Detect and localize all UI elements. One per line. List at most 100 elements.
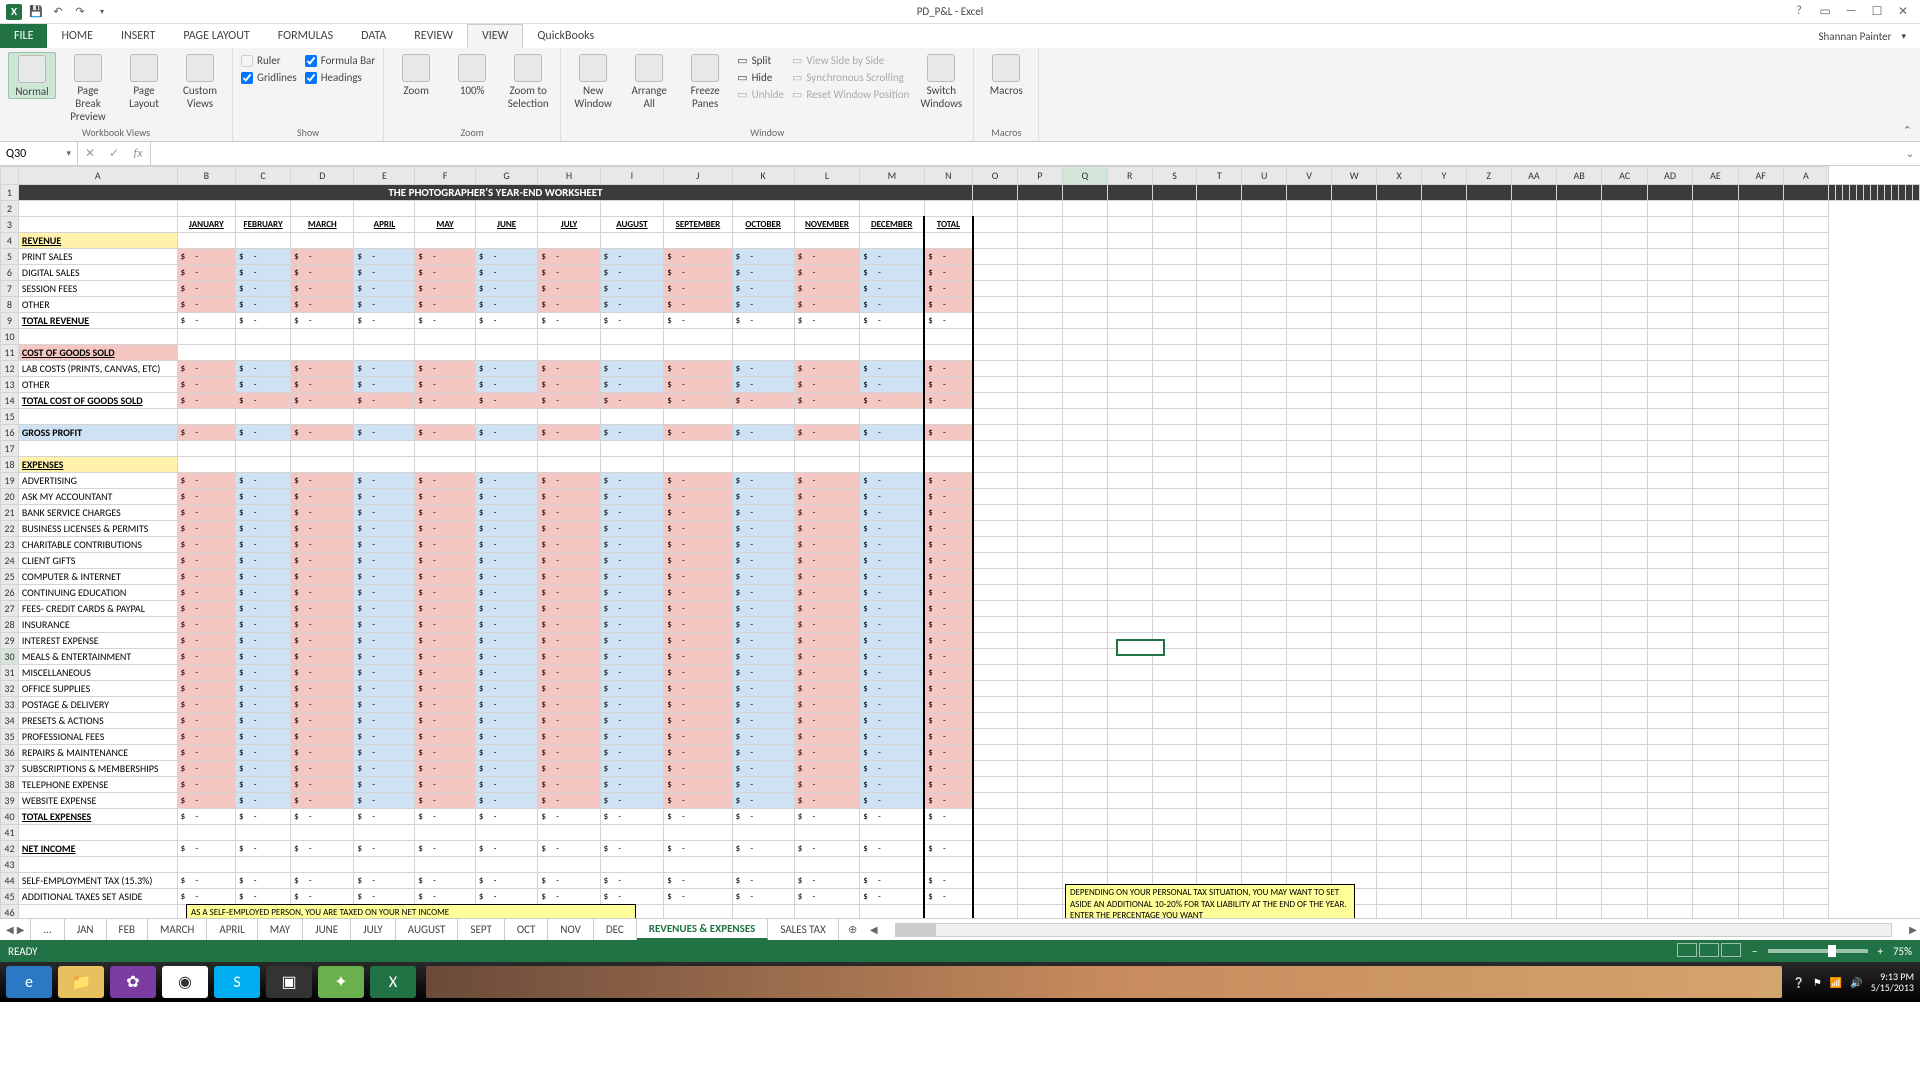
- cell[interactable]: [664, 505, 732, 521]
- sheet-tab[interactable]: JUNE: [303, 919, 351, 940]
- cell[interactable]: [354, 377, 415, 393]
- cell[interactable]: [538, 793, 600, 809]
- row-header[interactable]: 34: [1, 713, 19, 729]
- cell[interactable]: [291, 329, 354, 345]
- cell[interactable]: [236, 841, 291, 857]
- cell[interactable]: [415, 281, 476, 297]
- cell[interactable]: [236, 585, 291, 601]
- cell[interactable]: [924, 233, 972, 249]
- cell[interactable]: [538, 505, 600, 521]
- cell[interactable]: [664, 857, 732, 873]
- row-header[interactable]: 4: [1, 233, 19, 249]
- chevron-down-icon[interactable]: ▾: [66, 148, 71, 159]
- cell[interactable]: [600, 729, 664, 745]
- cell[interactable]: [291, 665, 354, 681]
- cell[interactable]: [600, 521, 664, 537]
- cell[interactable]: [794, 745, 860, 761]
- cell[interactable]: [354, 633, 415, 649]
- cell[interactable]: [732, 425, 794, 441]
- cell[interactable]: [538, 681, 600, 697]
- cell[interactable]: [860, 457, 924, 473]
- ribbon-tab-home[interactable]: HOME: [47, 24, 107, 48]
- cell[interactable]: [664, 713, 732, 729]
- column-header[interactable]: M: [860, 167, 924, 185]
- sheet-tab[interactable]: SALES TAX: [768, 919, 838, 940]
- cell[interactable]: [538, 313, 600, 329]
- cell[interactable]: [291, 649, 354, 665]
- cell[interactable]: [236, 377, 291, 393]
- cell[interactable]: [415, 361, 476, 377]
- column-header[interactable]: A: [1783, 167, 1828, 185]
- cell[interactable]: [538, 377, 600, 393]
- cell[interactable]: [664, 633, 732, 649]
- cell[interactable]: [600, 793, 664, 809]
- taskbar-excel-icon[interactable]: X: [370, 966, 416, 998]
- cell[interactable]: [177, 841, 235, 857]
- cell[interactable]: [177, 745, 235, 761]
- cell[interactable]: [794, 857, 860, 873]
- cell[interactable]: [475, 873, 537, 889]
- cell[interactable]: [794, 265, 860, 281]
- cell[interactable]: [177, 441, 235, 457]
- cell[interactable]: [177, 873, 235, 889]
- cell[interactable]: [860, 841, 924, 857]
- cell[interactable]: [732, 537, 794, 553]
- cell[interactable]: [177, 249, 235, 265]
- ribbon-tab-page-layout[interactable]: PAGE LAYOUT: [169, 24, 263, 48]
- cell[interactable]: [475, 521, 537, 537]
- cell[interactable]: [860, 345, 924, 361]
- row-header[interactable]: 5: [1, 249, 19, 265]
- cell[interactable]: [177, 569, 235, 585]
- cell[interactable]: [732, 777, 794, 793]
- cell[interactable]: [794, 297, 860, 313]
- qat-dropdown-icon[interactable]: ▾: [94, 4, 110, 20]
- cell[interactable]: [664, 697, 732, 713]
- row-header[interactable]: 11: [1, 345, 19, 361]
- cell[interactable]: [538, 329, 600, 345]
- cell[interactable]: [291, 457, 354, 473]
- cell[interactable]: [236, 249, 291, 265]
- row-header[interactable]: 36: [1, 745, 19, 761]
- cell[interactable]: [177, 521, 235, 537]
- tab-nav-next-icon[interactable]: ▶: [17, 923, 25, 936]
- cell[interactable]: [794, 633, 860, 649]
- row-header[interactable]: 32: [1, 681, 19, 697]
- row-header[interactable]: 39: [1, 793, 19, 809]
- cell[interactable]: [291, 713, 354, 729]
- row-header[interactable]: 30: [1, 649, 19, 665]
- formula-bar-checkbox[interactable]: Formula Bar: [305, 54, 375, 67]
- row-header[interactable]: 22: [1, 521, 19, 537]
- cell[interactable]: [236, 745, 291, 761]
- cell[interactable]: [860, 889, 924, 905]
- cell[interactable]: [924, 825, 972, 841]
- cell[interactable]: [794, 361, 860, 377]
- cell[interactable]: [475, 601, 537, 617]
- taskbar-skype-icon[interactable]: S: [214, 966, 260, 998]
- cell[interactable]: [236, 713, 291, 729]
- cell[interactable]: [600, 409, 664, 425]
- cell[interactable]: [794, 585, 860, 601]
- column-header[interactable]: AF: [1738, 167, 1783, 185]
- cell[interactable]: [794, 601, 860, 617]
- cell[interactable]: [291, 313, 354, 329]
- cell[interactable]: [664, 873, 732, 889]
- taskbar-chrome-icon[interactable]: ◉: [162, 966, 208, 998]
- sheet-tab[interactable]: SEPT: [458, 919, 504, 940]
- cell[interactable]: [415, 889, 476, 905]
- cell[interactable]: [600, 473, 664, 489]
- column-header[interactable]: V: [1287, 167, 1332, 185]
- cell[interactable]: [794, 505, 860, 521]
- cell[interactable]: [236, 809, 291, 825]
- cell[interactable]: [415, 777, 476, 793]
- cell[interactable]: [177, 489, 235, 505]
- cell[interactable]: [860, 425, 924, 441]
- cell[interactable]: [291, 265, 354, 281]
- column-header[interactable]: S: [1152, 167, 1197, 185]
- cell[interactable]: [538, 521, 600, 537]
- cell[interactable]: [236, 633, 291, 649]
- cell[interactable]: [664, 281, 732, 297]
- cell[interactable]: [860, 553, 924, 569]
- cell[interactable]: [177, 713, 235, 729]
- cell[interactable]: [415, 665, 476, 681]
- column-header[interactable]: C: [236, 167, 291, 185]
